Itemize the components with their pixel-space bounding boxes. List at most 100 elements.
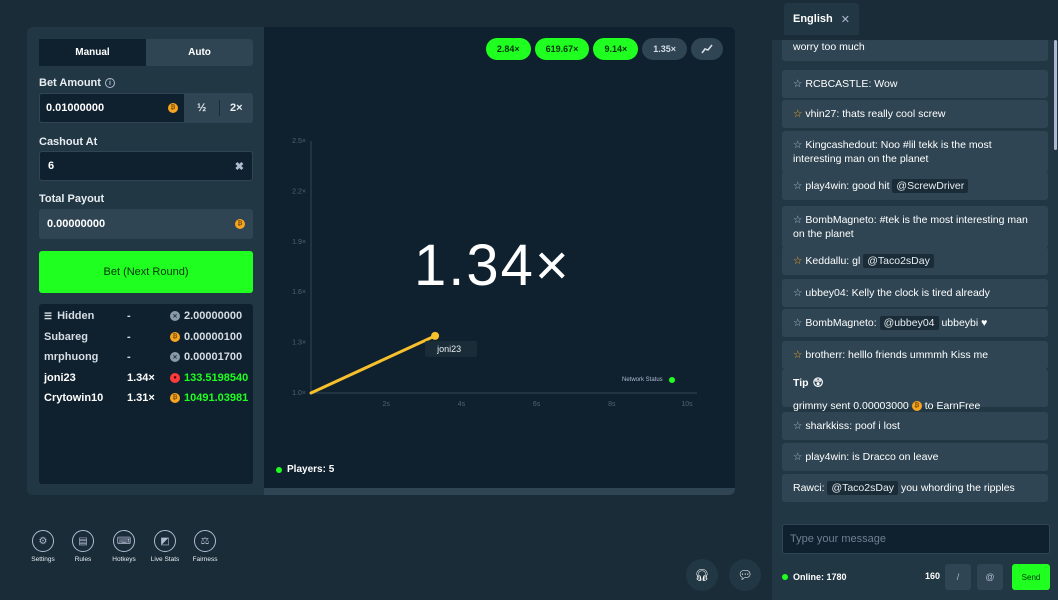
chat-username[interactable]: Keddallu <box>805 255 846 267</box>
status-dot <box>276 466 282 473</box>
chat-username[interactable]: Kingcashedout <box>805 139 874 151</box>
player-multiplier: 1.34× <box>127 371 155 384</box>
rules-button[interactable]: ▤ Rules <box>63 530 103 563</box>
cashout-input[interactable]: 6 ✖ <box>39 151 253 181</box>
mode-tabs: Manual Auto <box>39 39 253 66</box>
bet-button[interactable]: Bet (Next Round) <box>39 251 253 293</box>
chat-mention[interactable]: @Taco2sDay <box>863 254 934 268</box>
chat-input[interactable]: Type your message <box>782 524 1050 554</box>
send-button[interactable]: Send <box>1012 564 1050 590</box>
chat-message: ☆ Kingcashedout: Noo #lil tekk is the mos… <box>782 131 1048 173</box>
player-amount: ● 133.5198540 <box>170 372 248 384</box>
hotkeys-button[interactable]: ⌨ Hotkeys <box>104 530 144 563</box>
player-name: Subareg <box>44 331 88 343</box>
player-row: Subareg - ₿ 0.00000100 <box>39 327 253 348</box>
star-icon[interactable]: ☆ <box>793 108 802 120</box>
player-amount: ✕ 0.00001700 <box>170 351 242 363</box>
tab-auto[interactable]: Auto <box>146 39 253 66</box>
player-row: ☰ Hidden - ✕ 2.00000000 <box>39 306 253 327</box>
player-amount: ₿ 0.00000100 <box>170 331 242 343</box>
chat-toggle-button[interactable]: 💬︎ <box>729 559 761 591</box>
coin-icon: ₿ <box>170 393 180 404</box>
game-panel: Manual Auto Bet Amount i 0.01000000 ₿ ½ … <box>27 27 735 495</box>
live-stats-button[interactable]: ◩ Live Stats <box>145 530 185 563</box>
keyboard-icon: ⌨ <box>113 530 135 552</box>
coin-icon: ₿ <box>170 331 180 342</box>
settings-button[interactable]: ⚙ Settings <box>23 530 63 563</box>
tip-title: Tip 😲︎ <box>793 376 1037 390</box>
chat-header: English ✕ <box>772 0 1058 40</box>
star-icon[interactable]: ☆ <box>793 317 802 329</box>
half-button[interactable]: ½ <box>185 93 219 123</box>
chat-text: worry too much <box>793 41 865 53</box>
player-name: ☰ Hidden <box>44 310 94 322</box>
chat-message: ☆ ubbey04: Kelly the clock is tired alrea… <box>782 279 1048 307</box>
chat-scrollbar[interactable] <box>1054 40 1057 150</box>
status-dot <box>668 377 675 383</box>
chat-username[interactable]: RCBCASTLE <box>805 78 868 90</box>
language-tab[interactable]: English ✕ <box>784 3 859 35</box>
player-marker <box>431 331 440 340</box>
x-tick-label: 6s <box>533 401 541 408</box>
x-tick-label: 8s <box>608 401 616 408</box>
chat-username[interactable]: brotherr <box>805 349 842 361</box>
mention-button[interactable]: @ <box>977 564 1003 590</box>
chat-message: ☆ play4win: is Dracco on leave <box>782 443 1048 471</box>
chat-mention[interactable]: @ubbey04 <box>879 316 939 330</box>
document-icon: ▤ <box>72 530 94 552</box>
gear-icon: ⚙ <box>32 530 54 552</box>
info-icon[interactable]: i <box>104 78 115 88</box>
star-icon[interactable]: ☆ <box>793 349 802 361</box>
star-icon[interactable]: ☆ <box>793 214 802 226</box>
tip-recipient[interactable]: EarnFree <box>937 399 981 413</box>
chat-username[interactable]: ubbey04 <box>805 287 845 299</box>
star-icon[interactable]: ☆ <box>793 287 802 299</box>
player-row: Crytowin10 1.31× ₿ 10491.03981 <box>39 388 253 409</box>
rules-label: Rules <box>74 556 92 563</box>
cashout-label: Cashout At <box>39 136 98 148</box>
star-icon[interactable]: ☆ <box>793 451 802 463</box>
chat-username[interactable]: BombMagneto <box>805 214 873 226</box>
tip-amount: 0.00003000 <box>853 400 909 412</box>
chat-username[interactable]: play4win <box>805 180 846 192</box>
close-icon[interactable]: ✕ <box>841 13 850 26</box>
tab-manual[interactable]: Manual <box>39 39 146 66</box>
player-multiplier: - <box>127 351 131 364</box>
star-icon[interactable]: ☆ <box>793 255 802 267</box>
chat-username[interactable]: BombMagneto <box>805 317 873 329</box>
support-button[interactable]: 🎧︎ <box>686 559 718 591</box>
player-amount-value: 10491.03981 <box>184 392 249 405</box>
cashout-value: 6 <box>48 160 55 172</box>
star-icon[interactable]: ☆ <box>793 139 802 151</box>
player-amount-value: 0.00001700 <box>184 351 243 364</box>
payout-field: 0.00000000 ₿ <box>39 209 253 239</box>
star-icon[interactable]: ☆ <box>793 180 802 192</box>
chat-message: worry too much <box>782 40 1048 61</box>
chat-mention[interactable]: @Taco2sDay <box>827 481 899 495</box>
chat-messages[interactable]: worry too much ☆ RCBCASTLE: Wow ☆ vhin27: th… <box>772 40 1058 510</box>
player-row: mrphuong - ✕ 0.00001700 <box>39 347 253 368</box>
chat-username[interactable]: sharkkiss <box>805 420 849 432</box>
player-name-text: Crytowin10 <box>44 392 104 405</box>
chat-username[interactable]: Rawci <box>793 482 822 494</box>
bet-amount-label: Bet Amount i <box>39 77 115 89</box>
bet-amount-input[interactable]: 0.01000000 ₿ <box>39 93 185 123</box>
chat-text: thats really cool screw <box>842 108 946 120</box>
clear-icon[interactable]: ✖ <box>235 160 244 173</box>
chat-username[interactable]: vhin27 <box>805 108 836 120</box>
double-button[interactable]: 2× <box>220 93 254 123</box>
star-icon[interactable]: ☆ <box>793 420 802 432</box>
player-multiplier: - <box>127 330 131 343</box>
chat-mention[interactable]: @ScrewDriver <box>892 179 969 193</box>
fairness-button[interactable]: ⚖ Fairness <box>185 530 225 563</box>
chat-text: Kelly the clock is tired already <box>851 287 990 299</box>
player-multiplier: 1.31× <box>127 392 155 405</box>
star-icon[interactable]: ☆ <box>793 78 802 90</box>
chat-text: good hit <box>852 180 890 192</box>
player-name: joni23 <box>44 372 76 384</box>
tip-sender[interactable]: grimmy <box>793 399 827 413</box>
command-button[interactable]: / <box>945 564 971 590</box>
hotkeys-label: Hotkeys <box>112 556 136 563</box>
chat-username[interactable]: play4win <box>805 451 846 463</box>
game-footer <box>264 488 735 495</box>
